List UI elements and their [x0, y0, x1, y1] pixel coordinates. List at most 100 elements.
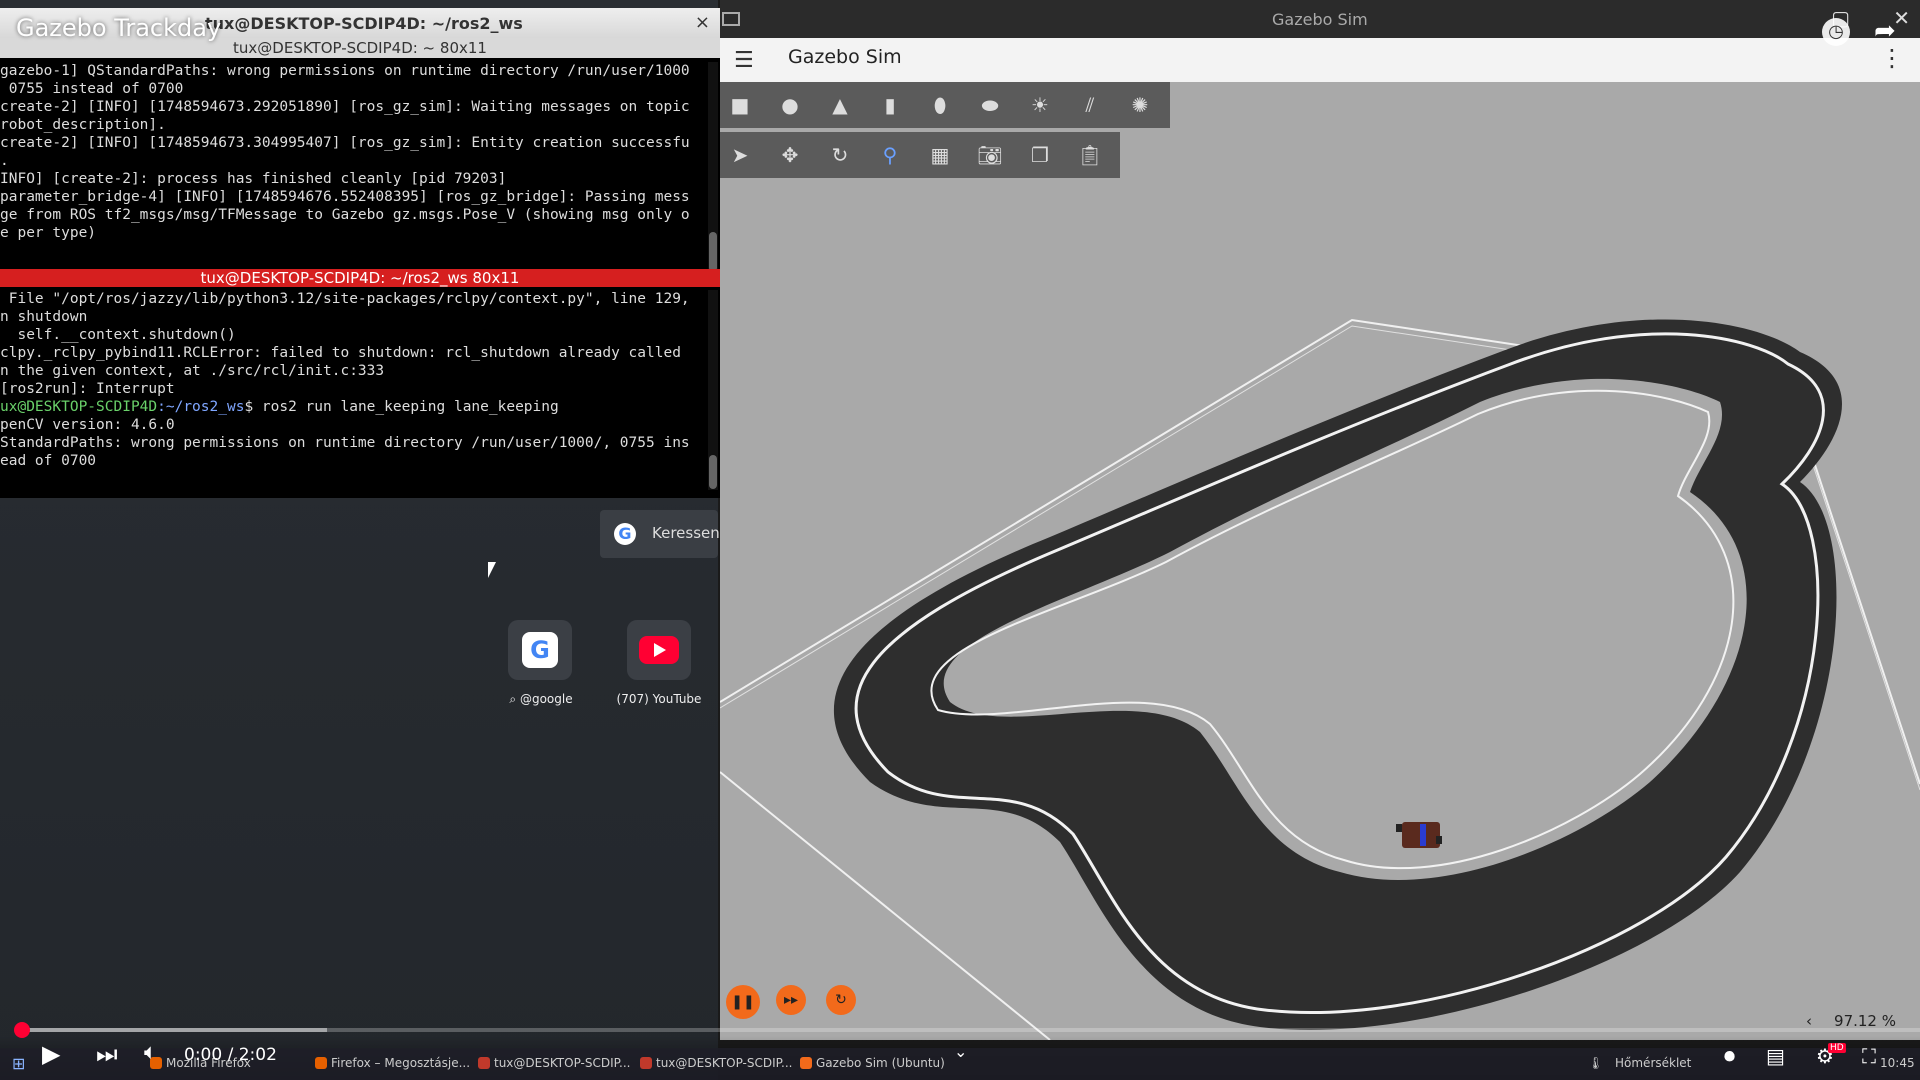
scrollbar-thumb[interactable]: [709, 455, 717, 489]
start-icon[interactable]: ⊞: [12, 1054, 25, 1073]
terminal-line: File "/opt/ros/jazzy/lib/python3.12/site…: [0, 291, 690, 307]
reset-icon[interactable]: ↻: [826, 985, 856, 1015]
video-time: 0:00 / 2:02: [184, 1045, 277, 1065]
directional-light-icon[interactable]: ⫽: [1076, 91, 1104, 119]
shortcut-tile[interactable]: [627, 620, 691, 680]
progress-buffered: [22, 1028, 327, 1032]
hd-badge: HD: [1828, 1043, 1846, 1053]
terminal-line: e per type): [0, 225, 97, 241]
fullscreen-exit-icon[interactable]: ⛶: [1862, 1044, 1876, 1068]
thermometer-icon: 🌡︎: [1588, 1056, 1604, 1070]
taskbar-item-firefox-share[interactable]: Firefox – Megosztásje...: [315, 1056, 470, 1070]
terminal-line: self.__context.shutdown(): [0, 327, 236, 343]
terminal-line: parameter_bridge-4] [INFO] [1748594676.5…: [0, 189, 690, 205]
prompt-path: :~/ros2_ws: [157, 399, 245, 415]
window-icon: [722, 12, 740, 26]
terminal-title: tux@DESKTOP-SCDIP4D: ~/ros2_ws: [205, 14, 523, 33]
shortcut-label: (707) YouTube: [616, 692, 702, 706]
scene-3d-view[interactable]: [720, 82, 1920, 1040]
paste-icon[interactable]: 📋︎: [1076, 141, 1104, 169]
cylinder-icon[interactable]: ▮: [876, 91, 904, 119]
ellipsoid-icon[interactable]: ⬬: [976, 91, 1004, 119]
snap-icon[interactable]: ⚲: [876, 141, 904, 169]
translate-icon[interactable]: ✥: [776, 141, 804, 169]
robot-car: [1396, 822, 1442, 848]
terminal-line: .: [0, 153, 9, 169]
taskbar-clock: 10:45: [1880, 1056, 1915, 1070]
terminal-line: [ros2run]: Interrupt: [0, 381, 175, 397]
rotate-icon[interactable]: ↻: [826, 141, 854, 169]
search-box[interactable]: G Keressen: [600, 510, 720, 558]
terminal-prompt-line: ux@DESKTOP-SCDIP4D:~/ros2_ws$ ros2 run l…: [0, 398, 706, 416]
shapes-toolbar: ■ ● ▲ ▮ ⬮ ⬬ ☀ ⫽ ✺: [720, 82, 1170, 128]
kebab-menu-icon[interactable]: ⋮: [1880, 44, 1904, 72]
close-icon[interactable]: ×: [695, 12, 710, 33]
terminal-line: INFO] [create-2]: process has finished c…: [0, 171, 507, 187]
watch-later-icon[interactable]: ◷: [1822, 18, 1850, 46]
terminal-pane-top[interactable]: gazebo-1] QStandardPaths: wrong permissi…: [0, 62, 706, 276]
terminal-line: create-2] [INFO] [1748594673.304995407] …: [0, 135, 690, 151]
volume-icon[interactable]: 🔈︎: [144, 1040, 157, 1065]
shortcut-tile[interactable]: G: [508, 620, 572, 680]
sun-light-icon[interactable]: ☀: [1026, 91, 1054, 119]
taskbar-item-gazebo[interactable]: Gazebo Sim (Ubuntu): [800, 1056, 945, 1070]
gazebo-header: ☰ Gazebo Sim ⋮: [720, 38, 1920, 83]
terminal-line: gazebo-1] QStandardPaths: wrong permissi…: [0, 63, 690, 79]
step-icon[interactable]: ▸▸: [776, 985, 806, 1015]
terminal-line: clpy._rclpy_pybind11.RCLError: failed to…: [0, 345, 681, 361]
gazebo-titlebar[interactable]: Gazebo Sim ▢ ✕: [720, 0, 1920, 38]
terminal-icon: [640, 1057, 652, 1069]
weather-label: Hőmérséklet: [1615, 1056, 1692, 1070]
google-icon: G: [522, 632, 558, 668]
terminal-line: ead of 0700: [0, 453, 97, 469]
tools-toolbar: ➤ ✥ ↻ ⚲ ▦ 📷︎ ❐ 📋︎: [720, 132, 1120, 178]
capsule-icon[interactable]: ⬮: [926, 91, 954, 119]
grid-icon[interactable]: ▦: [926, 141, 954, 169]
gazebo-header-title: Gazebo Sim: [788, 46, 902, 68]
terminal-line: StandardPaths: wrong permissions on runt…: [0, 435, 690, 451]
hamburger-menu-icon[interactable]: ☰: [734, 48, 754, 73]
box-icon[interactable]: ■: [726, 91, 754, 119]
youtube-icon: [639, 636, 679, 664]
gazebo-icon: [800, 1057, 812, 1069]
gazebo-window-title: Gazebo Sim: [1272, 10, 1368, 29]
sphere-icon[interactable]: ●: [776, 91, 804, 119]
prompt-user: ux@DESKTOP-SCDIP4D: [0, 399, 158, 415]
terminal-scrollbar-top[interactable]: [708, 62, 718, 276]
select-arrow-icon[interactable]: ➤: [726, 141, 754, 169]
prompt-command: $ ros2 run lane_keeping lane_keeping: [244, 399, 559, 415]
copy-icon[interactable]: ❐: [1026, 141, 1054, 169]
terminal-pane-bottom[interactable]: File "/opt/ros/jazzy/lib/python3.12/site…: [0, 290, 706, 490]
pause-icon[interactable]: ❚❚: [726, 985, 760, 1019]
firefox-icon: [315, 1057, 327, 1069]
search-placeholder: Keressen: [652, 524, 720, 542]
chevron-down-icon[interactable]: ⌄: [954, 1042, 967, 1061]
terminal-line: penCV version: 4.6.0: [0, 417, 175, 433]
camera-icon[interactable]: 📷︎: [976, 141, 1004, 169]
progress-scrubber[interactable]: [14, 1022, 30, 1038]
terminal-window[interactable]: tux@DESKTOP-SCDIP4D: ~/ros2_ws × tux@DES…: [0, 8, 722, 498]
video-title[interactable]: Gazebo Trackday: [16, 14, 221, 42]
mouse-cursor-icon: [488, 562, 502, 578]
taskbar-item-terminal-1[interactable]: tux@DESKTOP-SCDIP...: [478, 1056, 630, 1070]
gazebo-window[interactable]: Gazebo Sim ▢ ✕ ☰ Gazebo Sim ⋮ ■ ● ▲ ▮: [720, 0, 1920, 1040]
scrollbar-thumb[interactable]: [709, 232, 717, 272]
terminal-line: n the given context, at ./src/rcl/init.c…: [0, 363, 385, 379]
shortcut-label: ⌕ @google: [509, 692, 573, 706]
terminal-icon: [478, 1057, 490, 1069]
play-icon[interactable]: ▶: [42, 1040, 60, 1068]
terminal-line: 0755 instead of 0700: [0, 81, 184, 97]
terminal-line: robot_description].: [0, 117, 166, 133]
shortcut-youtube[interactable]: (707) YouTube: [617, 620, 701, 706]
subtitles-icon[interactable]: ▤: [1766, 1044, 1785, 1068]
shortcut-google[interactable]: G ⌕ @google: [508, 620, 573, 706]
terminal-line: create-2] [INFO] [1748594673.292051890] …: [0, 99, 690, 115]
taskbar-item-terminal-2[interactable]: tux@DESKTOP-SCDIP...: [640, 1056, 792, 1070]
next-icon[interactable]: ⏭: [96, 1040, 118, 1068]
share-icon[interactable]: ➦: [1874, 16, 1896, 46]
terminal-line: n shutdown: [0, 309, 88, 325]
cone-icon[interactable]: ▲: [826, 91, 854, 119]
autoplay-toggle-icon[interactable]: ⏺: [1724, 1044, 1735, 1069]
spot-light-icon[interactable]: ✺: [1126, 91, 1154, 119]
terminal-scrollbar-bottom[interactable]: [708, 290, 718, 490]
